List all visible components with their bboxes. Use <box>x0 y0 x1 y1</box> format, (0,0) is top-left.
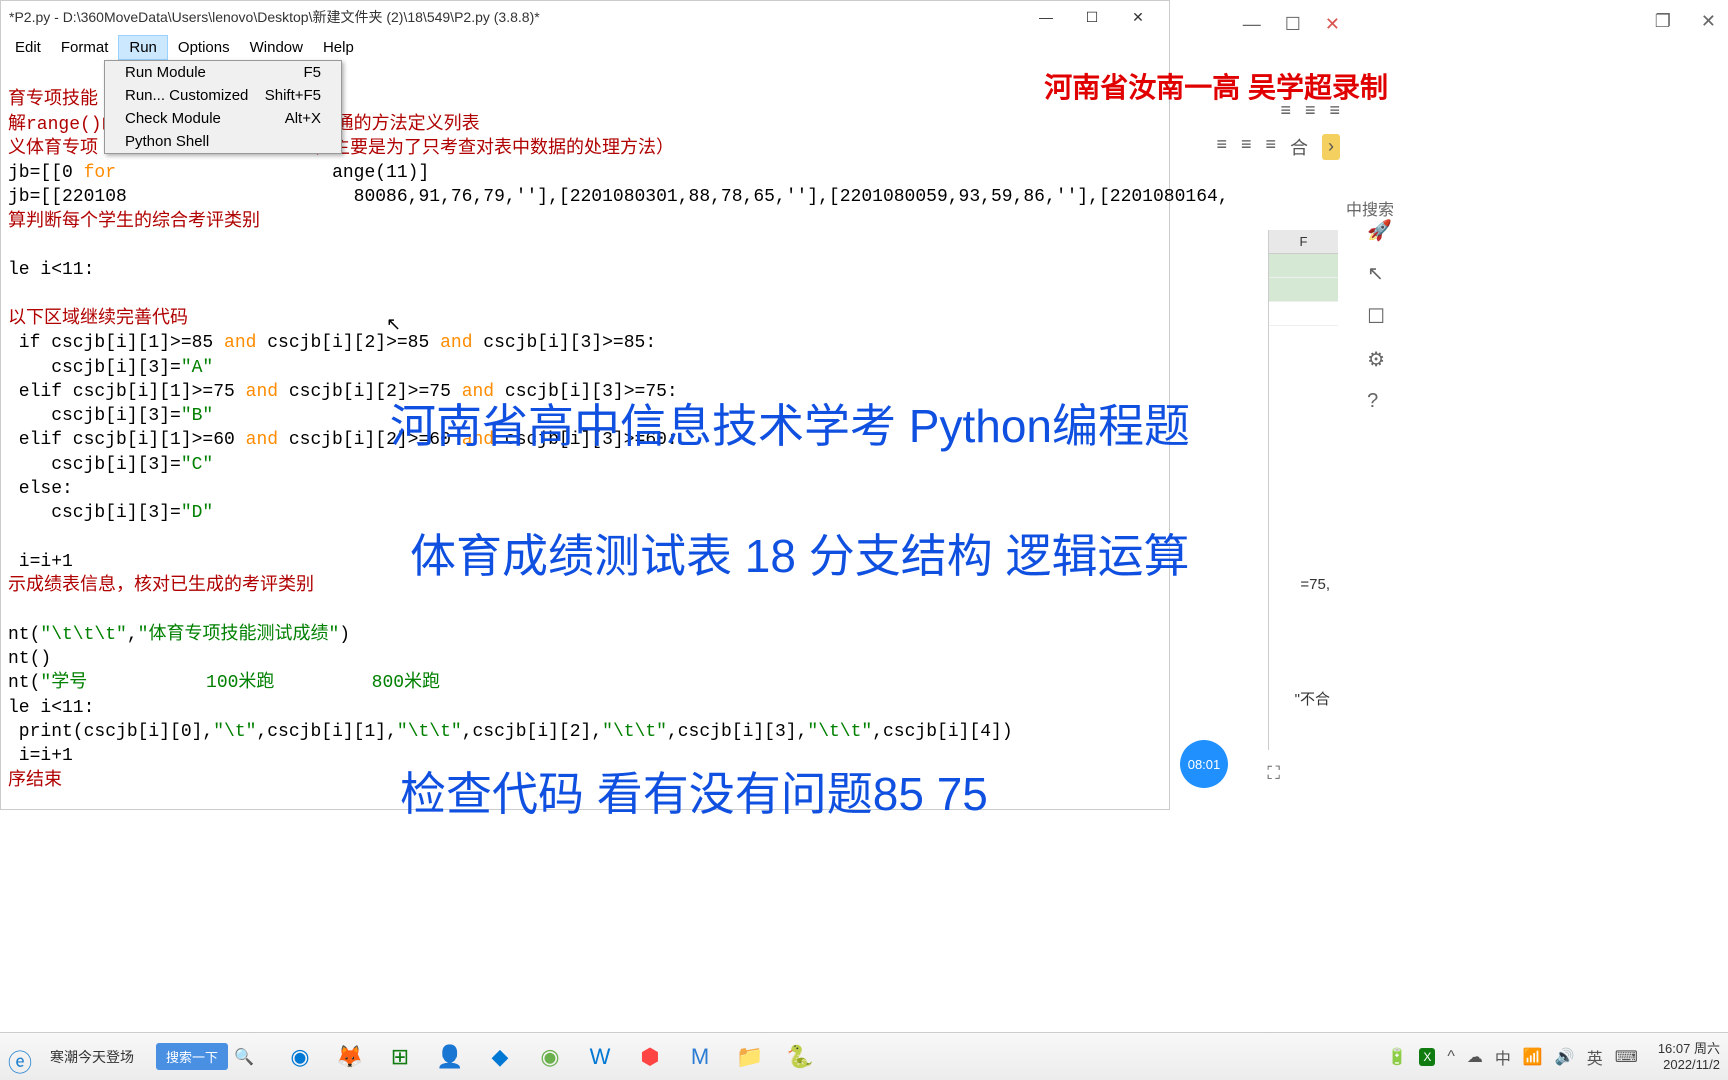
excel-ribbon-row2: ≡ ≡ ≡ 合 › <box>1216 134 1340 160</box>
keyboard-icon[interactable]: ⌨ <box>1615 1047 1638 1067</box>
app1-icon[interactable]: 👤 <box>434 1041 466 1073</box>
firefox-icon[interactable]: 🦊 <box>334 1041 366 1073</box>
excel-tray-icon[interactable]: X <box>1419 1048 1435 1066</box>
overlay-title-2: 体育成绩测试表 18 分支结构 逻辑运算 <box>410 520 1190 586</box>
wifi-icon[interactable]: 📶 <box>1523 1047 1543 1067</box>
close-icon[interactable]: ✕ <box>1701 11 1716 32</box>
minimize-icon[interactable]: — <box>1243 14 1261 35</box>
excel-grid-fragment: F <box>1268 230 1338 750</box>
pointer-icon[interactable]: ↖ <box>1367 261 1392 286</box>
recording-timer[interactable]: 08:01 <box>1180 740 1228 788</box>
edge-icon[interactable]: ◉ <box>284 1041 316 1073</box>
merge-icon[interactable]: 合 <box>1290 134 1308 160</box>
excel-cell-text: "不合 <box>1295 688 1330 709</box>
excel-cell-text: =75, <box>1300 576 1330 593</box>
folder-icon[interactable]: 📁 <box>734 1041 766 1073</box>
more-icon[interactable]: › <box>1322 134 1340 160</box>
onedrive-icon[interactable]: ☁ <box>1467 1047 1483 1067</box>
word-icon[interactable]: W <box>584 1041 616 1073</box>
search-logo-icon: 🔍 <box>234 1047 254 1067</box>
menu-check-module[interactable]: Check Module Alt+X <box>105 107 341 130</box>
help-icon[interactable]: ? <box>1367 390 1392 413</box>
system-tray: 🔋 X ^ ☁ 中 📶 🔊 英 ⌨ 16:07 周六 2022/11/2 <box>1387 1041 1720 1072</box>
volume-icon[interactable]: 🔊 <box>1555 1047 1575 1067</box>
mouse-cursor-icon: ↖ <box>386 314 401 335</box>
menu-bar: Edit Format Run Options Window Help <box>1 33 1169 61</box>
excel-search-hint[interactable]: 中搜索 <box>1346 196 1394 220</box>
excel-cell[interactable] <box>1269 278 1338 302</box>
maximize-button[interactable]: ☐ <box>1069 1 1115 33</box>
taskbar-apps: ◉ 🦊 ⊞ 👤 ◆ ◉ W ⬢ M 📁 🐍 <box>284 1041 816 1073</box>
excel-ribbon-row1: ≡ ≡ ≡ <box>1280 100 1340 121</box>
window-title: *P2.py - D:\360MoveData\Users\lenovo\Des… <box>9 7 540 27</box>
app3-icon[interactable]: ◉ <box>534 1041 566 1073</box>
app5-icon[interactable]: M <box>684 1041 716 1073</box>
align-left-icon[interactable]: ≡ <box>1216 134 1227 160</box>
excel-side-toolbar: 🚀 ↖ ☐ ⚙ ? <box>1367 218 1392 413</box>
run-dropdown-menu: Run Module F5 Run... Customized Shift+F5… <box>104 60 342 154</box>
minimize-button[interactable]: — <box>1023 1 1069 33</box>
menu-run-customized[interactable]: Run... Customized Shift+F5 <box>105 84 341 107</box>
battery-icon[interactable]: 🔋 <box>1387 1047 1407 1067</box>
close-icon[interactable]: ✕ <box>1325 14 1340 35</box>
python-icon[interactable]: 🐍 <box>784 1041 816 1073</box>
menu-window[interactable]: Window <box>240 36 313 59</box>
indent-decrease-icon[interactable]: ≡ <box>1280 100 1291 121</box>
menu-format[interactable]: Format <box>51 36 119 59</box>
weather-text[interactable]: 寒潮今天登场 <box>50 1047 134 1067</box>
align-right-icon[interactable]: ≡ <box>1265 134 1276 160</box>
overlay-title-1: 河南省高中信息技术学考 Python编程题 <box>390 390 1190 456</box>
app4-icon[interactable]: ⬢ <box>634 1041 666 1073</box>
ie-icon[interactable]: ⓔ <box>8 1043 36 1071</box>
menu-python-shell[interactable]: Python Shell <box>105 130 341 153</box>
app2-icon[interactable]: ◆ <box>484 1041 516 1073</box>
excel-window-controls: — ☐ ✕ <box>1243 14 1340 35</box>
title-bar: *P2.py - D:\360MoveData\Users\lenovo\Des… <box>1 1 1169 33</box>
menu-run-module[interactable]: Run Module F5 <box>105 61 341 84</box>
indent-increase-icon[interactable]: ≡ <box>1305 100 1316 121</box>
indent-icon[interactable]: ≡ <box>1329 100 1340 121</box>
rocket-icon[interactable]: 🚀 <box>1367 218 1392 243</box>
restore-icon[interactable]: ❐ <box>1655 11 1671 32</box>
search-button[interactable]: 搜索一下 <box>156 1043 228 1070</box>
expand-icon[interactable]: ⛶ <box>1267 763 1280 784</box>
chevron-up-icon[interactable]: ^ <box>1447 1048 1455 1066</box>
menu-run[interactable]: Run <box>118 35 168 60</box>
excel-cell[interactable] <box>1269 302 1338 326</box>
taskbar-left: ⓔ 寒潮今天登场 搜索一下 🔍 <box>8 1043 254 1071</box>
close-button[interactable]: ✕ <box>1115 1 1161 33</box>
taskbar-clock[interactable]: 16:07 周六 2022/11/2 <box>1658 1041 1720 1072</box>
align-center-icon[interactable]: ≡ <box>1241 134 1252 160</box>
taskbar: ⓔ 寒潮今天登场 搜索一下 🔍 ◉ 🦊 ⊞ 👤 ◆ ◉ W ⬢ M 📁 🐍 🔋 … <box>0 1032 1728 1080</box>
taskbar-search[interactable]: 搜索一下 🔍 <box>156 1043 254 1070</box>
ime-cn-icon[interactable]: 中 <box>1495 1045 1511 1069</box>
menu-options[interactable]: Options <box>168 36 240 59</box>
select-icon[interactable]: ☐ <box>1367 304 1392 329</box>
settings-icon[interactable]: ⚙ <box>1367 347 1392 372</box>
excel-cell[interactable] <box>1269 254 1338 278</box>
excel-column-header[interactable]: F <box>1269 230 1338 254</box>
maximize-icon[interactable]: ☐ <box>1285 14 1301 35</box>
menu-help[interactable]: Help <box>313 36 364 59</box>
ime-en-icon[interactable]: 英 <box>1587 1045 1603 1069</box>
overlay-title-3: 检查代码 看有没有问题85 75 <box>400 758 988 824</box>
window-controls: — ☐ ✕ <box>1023 1 1161 33</box>
xbox-icon[interactable]: ⊞ <box>384 1041 416 1073</box>
far-window-controls: ❐ ✕ <box>1404 0 1728 42</box>
menu-edit[interactable]: Edit <box>5 36 51 59</box>
